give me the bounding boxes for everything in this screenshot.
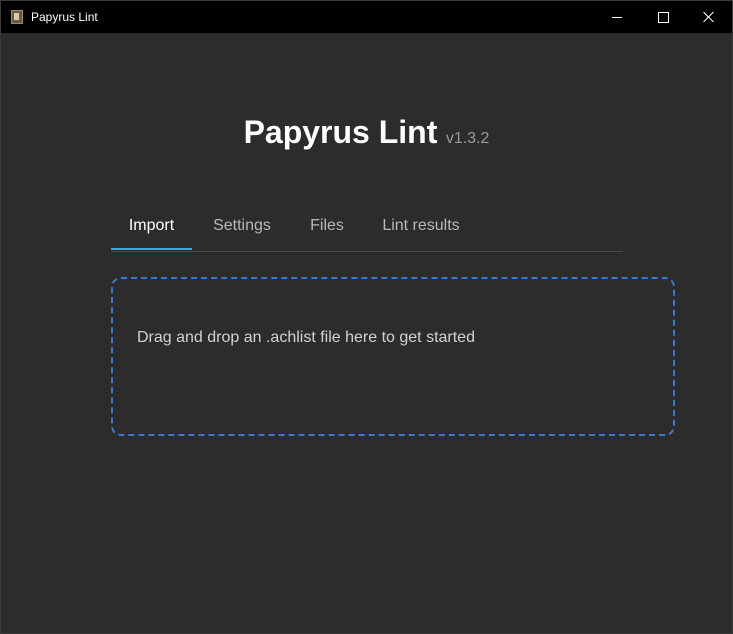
app-name: Papyrus Lint xyxy=(243,114,438,150)
file-drop-zone[interactable]: Drag and drop an .achlist file here to g… xyxy=(111,277,675,436)
page-heading: Papyrus Lint v1.3.2 xyxy=(1,114,732,151)
minimize-button[interactable] xyxy=(594,1,640,33)
app-window: Papyrus Lint Papyrus Lint v1.3.2 Import … xyxy=(0,0,733,634)
close-icon xyxy=(703,11,715,23)
app-icon xyxy=(11,10,23,24)
tab-files[interactable]: Files xyxy=(296,207,358,250)
window-title: Papyrus Lint xyxy=(31,10,98,24)
tab-bar: Import Settings Files Lint results xyxy=(111,207,623,252)
tab-lint-results[interactable]: Lint results xyxy=(373,207,469,250)
tab-settings[interactable]: Settings xyxy=(201,207,283,250)
maximize-icon xyxy=(657,11,669,23)
minimize-icon xyxy=(612,16,622,18)
active-tab-indicator xyxy=(111,248,192,250)
close-button[interactable] xyxy=(686,1,732,33)
tab-import[interactable]: Import xyxy=(111,207,192,250)
maximize-button[interactable] xyxy=(640,1,686,33)
title-bar[interactable]: Papyrus Lint xyxy=(1,1,732,33)
version-label: v1.3.2 xyxy=(445,130,490,147)
drop-zone-message: Drag and drop an .achlist file here to g… xyxy=(137,329,475,346)
